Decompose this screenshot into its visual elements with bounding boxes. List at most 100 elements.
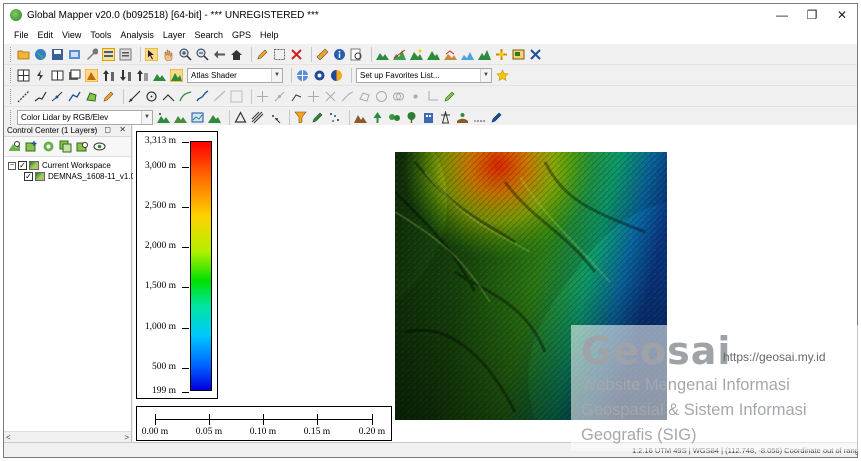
scale-icon[interactable] (324, 90, 337, 103)
create-polyline-icon[interactable] (34, 90, 47, 103)
menu-analysis[interactable]: Analysis (120, 30, 154, 40)
measure-line-icon[interactable] (128, 90, 141, 103)
panel-window-controls[interactable]: – ◻ ✕ (92, 125, 129, 134)
crop-icon[interactable] (426, 90, 439, 103)
zoom-out-icon[interactable] (196, 48, 209, 61)
move-vertex-icon[interactable] (256, 90, 269, 103)
terrain-shader-icon[interactable] (376, 48, 389, 61)
point-cloud-icon[interactable] (328, 111, 341, 124)
minimize-button[interactable]: — (767, 4, 797, 26)
smooth-line-icon[interactable] (196, 89, 209, 103)
terrain-brown-icon[interactable] (354, 111, 367, 124)
pen-edit-icon[interactable] (443, 90, 456, 103)
open-folder-icon[interactable] (17, 48, 30, 61)
building-icon[interactable] (422, 111, 435, 124)
layer-zoom-icon[interactable] (8, 140, 21, 153)
digitizer-pencil-icon[interactable] (256, 48, 269, 61)
menu-gps[interactable]: GPS (232, 30, 251, 40)
home-icon[interactable] (230, 48, 243, 61)
layer-list-icon[interactable] (119, 48, 132, 61)
zoom-in-icon[interactable] (179, 48, 192, 61)
save-icon[interactable] (51, 48, 64, 61)
area-feature-icon[interactable] (85, 90, 98, 103)
menu-file[interactable]: File (14, 30, 29, 40)
shader-select[interactable]: Atlas Shader ▼ (187, 67, 283, 83)
layer-copy-icon[interactable] (59, 140, 72, 153)
terrain-elevation-icon[interactable] (153, 69, 166, 82)
lidar-filter-icon[interactable] (157, 111, 170, 124)
menu-search[interactable]: Search (194, 30, 223, 40)
toolbar-grip[interactable] (10, 88, 13, 104)
feature-info-icon[interactable] (350, 48, 363, 61)
triangle-icon[interactable] (234, 110, 247, 124)
view-shed-icon[interactable] (410, 48, 423, 61)
layer-search-icon[interactable] (76, 140, 89, 153)
vertical-exaggeration-up-icon[interactable] (102, 69, 115, 82)
atlas-shader-icon[interactable] (170, 68, 183, 82)
collapse-toggle[interactable]: − (8, 161, 16, 170)
simplify-line-icon[interactable] (213, 90, 226, 103)
watershed-icon[interactable] (427, 48, 440, 61)
scroll-left-button[interactable]: < (6, 433, 11, 442)
vegetation-icon[interactable] (388, 111, 401, 124)
favorites-select[interactable]: Set up Favorites List... ▼ (356, 67, 492, 83)
tree-node-workspace[interactable]: − ✓ Current Workspace (8, 160, 131, 171)
layer-options-icon[interactable] (42, 140, 55, 153)
contrast-up-icon[interactable] (136, 69, 149, 82)
split-line-icon[interactable] (162, 90, 175, 103)
tools-cross-icon[interactable] (529, 48, 542, 61)
vertical-exaggeration-down-icon[interactable] (119, 69, 132, 82)
day-night-icon[interactable] (330, 69, 343, 82)
map-layout-icon[interactable] (512, 48, 525, 61)
measure-ruler-icon[interactable] (316, 48, 329, 61)
settings-gear-icon[interactable] (313, 69, 326, 82)
join-line-icon[interactable] (179, 90, 192, 103)
select-arrow-icon[interactable] (145, 47, 158, 61)
overlay-control-icon[interactable] (102, 47, 115, 61)
globe-icon[interactable] (34, 48, 47, 61)
layer-checkbox[interactable]: ✓ (24, 172, 33, 181)
delete-x-icon[interactable] (290, 48, 303, 61)
hillshade-icon[interactable] (85, 68, 98, 82)
snap-circle-icon[interactable] (145, 90, 158, 103)
grid-toggle-icon[interactable] (17, 69, 30, 82)
tree-node-layer[interactable]: ✓ DEMNAS_1608-11_v1.0 (8, 171, 135, 182)
online-data-globe-icon[interactable] (296, 69, 309, 82)
point-feature-icon[interactable] (409, 90, 422, 103)
filter-funnel-icon[interactable] (294, 111, 307, 124)
toolbar-grip[interactable] (10, 109, 13, 125)
cross-section-icon[interactable] (495, 48, 508, 61)
trace-line-icon[interactable] (341, 90, 354, 103)
layer-add-icon[interactable] (25, 140, 38, 153)
path-profile-icon[interactable] (393, 48, 406, 61)
menu-help[interactable]: Help (260, 30, 279, 40)
contour-icon[interactable] (444, 48, 457, 61)
edit-line-icon[interactable] (51, 90, 64, 103)
info-icon[interactable] (333, 48, 346, 61)
workspace-checkbox[interactable]: ✓ (18, 161, 27, 170)
split-view-icon[interactable] (51, 69, 64, 82)
select-rect-icon[interactable] (273, 48, 286, 61)
restore-button[interactable]: ❐ (797, 4, 827, 26)
noise-points-icon[interactable] (473, 111, 486, 124)
export-icon[interactable] (68, 48, 81, 61)
ground-icon[interactable] (456, 111, 469, 124)
offset-line-icon[interactable] (230, 90, 243, 103)
close-button[interactable]: ✕ (827, 4, 857, 26)
insert-vertex-icon[interactable] (273, 90, 286, 103)
pencil-draw-icon[interactable] (102, 90, 115, 103)
menu-layer[interactable]: Layer (163, 30, 186, 40)
back-arrow-icon[interactable] (213, 48, 226, 61)
lidar-color-select[interactable]: Color Lidar by RGB/Elev ▼ (17, 109, 153, 125)
create-line-icon[interactable] (17, 90, 30, 103)
lidar-surface-icon[interactable] (208, 111, 221, 124)
config-wrench-icon[interactable] (85, 47, 98, 61)
horizontal-scrollbar[interactable]: < > (4, 431, 131, 442)
reshape-line-icon[interactable] (68, 90, 81, 103)
hatch-select-icon[interactable] (251, 111, 264, 124)
raster-layer-icon[interactable] (68, 69, 81, 82)
lidar-class-icon[interactable] (174, 111, 187, 124)
toolbar-grip[interactable] (10, 67, 13, 83)
scroll-right-button[interactable]: > (124, 433, 129, 442)
buffer-icon[interactable] (375, 90, 388, 103)
